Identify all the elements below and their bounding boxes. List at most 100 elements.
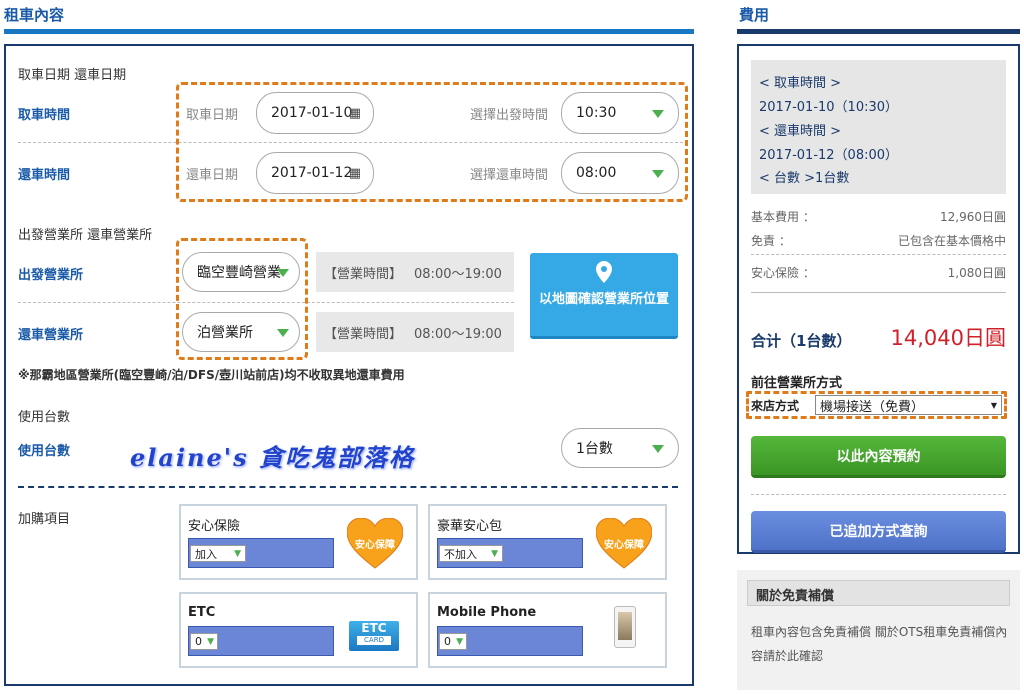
units-select[interactable]: 1台數 <box>561 428 679 468</box>
method-value: 機場接送（免費） <box>820 399 925 415</box>
fees-underline <box>737 29 1020 34</box>
addon-mobile-value: 0 <box>444 635 451 648</box>
map-pin-icon <box>596 261 612 283</box>
dropdown-arrow-icon <box>652 170 664 178</box>
safety-badge-text: 安心保障 <box>355 540 395 551</box>
units-section-label: 使用台數 <box>18 410 71 425</box>
return-time-select[interactable]: 08:00 <box>561 152 679 194</box>
summary-units: < 台數 >1台數 <box>759 171 850 186</box>
title-underline <box>4 29 694 34</box>
return-date-field[interactable]: 2017-01-12 ▦ <box>256 152 374 194</box>
addon-etc-select[interactable]: 0 ▼ <box>190 633 218 650</box>
dropdown-arrow-icon: ▼ <box>990 400 997 410</box>
return-hours-value: 08:00～19:00 <box>414 326 502 342</box>
method-field-label: 來店方式 <box>751 399 800 413</box>
depart-office-value: 臨空豐崎營業所 <box>197 265 281 281</box>
rental-content-title: 租車內容 <box>4 6 65 24</box>
return-hours-box: 【營業時間】 08:00～19:00 <box>316 312 514 352</box>
dropdown-arrow-icon <box>652 110 664 118</box>
button-separator <box>751 494 1006 495</box>
etc-card-text: ETC <box>361 621 387 635</box>
depart-time-label: 選擇出發時間 <box>470 108 549 123</box>
addon-premium-name: 豪華安心包 <box>437 519 503 534</box>
addon-premium-value: 不加入 <box>444 547 477 561</box>
units-label: 使用台數 <box>18 444 71 459</box>
pickup-date-field[interactable]: 2017-01-10 ▦ <box>256 92 374 134</box>
return-office-label: 還車營業所 <box>18 328 84 343</box>
summary-pickup-time: 2017-01-10（10:30） <box>759 100 899 115</box>
etc-card-icon: ETC CARD <box>349 621 399 651</box>
fees-title: 費用 <box>739 6 770 24</box>
depart-time-select[interactable]: 10:30 <box>561 92 679 134</box>
date-section-label: 取車日期 還車日期 <box>18 68 127 83</box>
addon-etc-value: 0 <box>195 635 202 648</box>
book-button[interactable]: 以此內容預約 <box>751 436 1006 478</box>
etc-card-sub: CARD <box>357 636 391 645</box>
summary-return-heading: < 還車時間 > <box>759 124 842 139</box>
units-value: 1台數 <box>576 441 613 457</box>
return-time-value: 08:00 <box>576 165 617 181</box>
disclaimer-title: 關於免責補償 <box>747 580 1010 606</box>
addon-premium-card: 豪華安心包 不加入 ▼ 安心保障 <box>428 504 667 580</box>
total-label: 合计（1台數） <box>751 332 852 350</box>
addon-insurance-name: 安心保險 <box>188 519 241 534</box>
fee-divider <box>751 292 1006 293</box>
safety-badge-text: 安心保障 <box>604 540 644 551</box>
return-date-value: 2017-01-12 <box>271 165 353 181</box>
fee-basic-value: 12,960日圓 <box>940 210 1006 224</box>
depart-office-select[interactable]: 臨空豐崎營業所 <box>182 252 300 292</box>
method-select[interactable]: 機場接送（免費） ▼ <box>815 395 1002 415</box>
addons-label: 加購項目 <box>18 512 71 527</box>
fee-basic-label: 基本費用 ： <box>751 210 815 224</box>
office-note: ※那霸地區營業所(臨空豐崎/泊/DFS/壺川站前店)均不收取異地還車費用 <box>18 368 405 382</box>
dropdown-arrow-icon: ▼ <box>234 548 241 559</box>
summary-box: < 取車時間 > 2017-01-10（10:30） < 還車時間 > 2017… <box>751 60 1006 194</box>
depart-hours-value: 08:00～19:00 <box>414 266 502 282</box>
dropdown-arrow-icon <box>277 269 289 277</box>
safety-badge-icon: 安心保障 <box>595 517 653 570</box>
pickup-date-value: 2017-01-10 <box>271 105 353 121</box>
dropdown-arrow-icon: ▼ <box>491 548 498 559</box>
addon-insurance-value: 加入 <box>195 547 217 561</box>
disclaimer-section: 關於免責補償 租車內容包含免責補償 關於OTS租車免責補償內容請於此確認 <box>737 570 1020 690</box>
return-office-select[interactable]: 泊營業所 <box>182 312 300 352</box>
fee-waiver-label: 免責 ： <box>751 234 791 248</box>
dropdown-arrow-icon <box>277 329 289 337</box>
addon-insurance-select[interactable]: 加入 ▼ <box>190 545 246 562</box>
pickup-time-label: 取車時間 <box>18 108 71 123</box>
disclaimer-text[interactable]: 租車內容包含免責補償 關於OTS租車免責補償內容請於此確認 <box>751 620 1009 668</box>
pickup-date-label: 取車日期 <box>186 108 239 123</box>
calendar-icon[interactable]: ▦ <box>349 166 361 181</box>
addon-mobile-card: Mobile Phone 0 ▼ <box>428 592 667 668</box>
fee-insurance-label: 安心保險 ： <box>751 266 815 280</box>
addon-premium-select[interactable]: 不加入 ▼ <box>439 545 503 562</box>
addon-mobile-name: Mobile Phone <box>437 605 537 620</box>
hours-label: 【營業時間】 <box>324 266 403 282</box>
mobile-phone-icon <box>614 606 636 648</box>
summary-return-time: 2017-01-12（08:00） <box>759 148 899 163</box>
return-select-label: 選擇還車時間 <box>470 168 549 183</box>
query-button[interactable]: 已追加方式查詢 <box>751 511 1006 553</box>
watermark: elaine's 貪吃鬼部落格 <box>130 443 415 472</box>
return-date-label: 還車日期 <box>186 168 239 183</box>
calendar-icon[interactable]: ▦ <box>349 106 361 121</box>
map-button-label: 以地圖確認營業所位置 <box>538 292 669 307</box>
map-button[interactable]: 以地圖確認營業所位置 <box>530 253 678 339</box>
addon-insurance-card: 安心保險 加入 ▼ 安心保障 <box>179 504 418 580</box>
addon-etc-name: ETC <box>188 605 216 620</box>
summary-pickup-heading: < 取車時間 > <box>759 76 842 91</box>
addon-mobile-select[interactable]: 0 ▼ <box>439 633 467 650</box>
dropdown-arrow-icon <box>652 445 664 453</box>
addon-etc-card: ETC 0 ▼ ETC CARD <box>179 592 418 668</box>
safety-badge-icon: 安心保障 <box>346 517 404 570</box>
depart-hours-box: 【營業時間】 08:00～19:00 <box>316 252 514 292</box>
return-time-label: 還車時間 <box>18 168 71 183</box>
addons-separator <box>18 486 678 488</box>
hours-label: 【營業時間】 <box>324 326 403 342</box>
depart-office-label: 出發營業所 <box>18 268 84 283</box>
method-label: 前往營業所方式 <box>751 376 843 391</box>
total-value: 14,040日圓 <box>890 326 1006 350</box>
fee-insurance-value: 1,080日圓 <box>947 266 1006 280</box>
depart-time-value: 10:30 <box>576 105 617 121</box>
fee-waiver-value: 已包含在基本價格中 <box>897 234 1006 248</box>
